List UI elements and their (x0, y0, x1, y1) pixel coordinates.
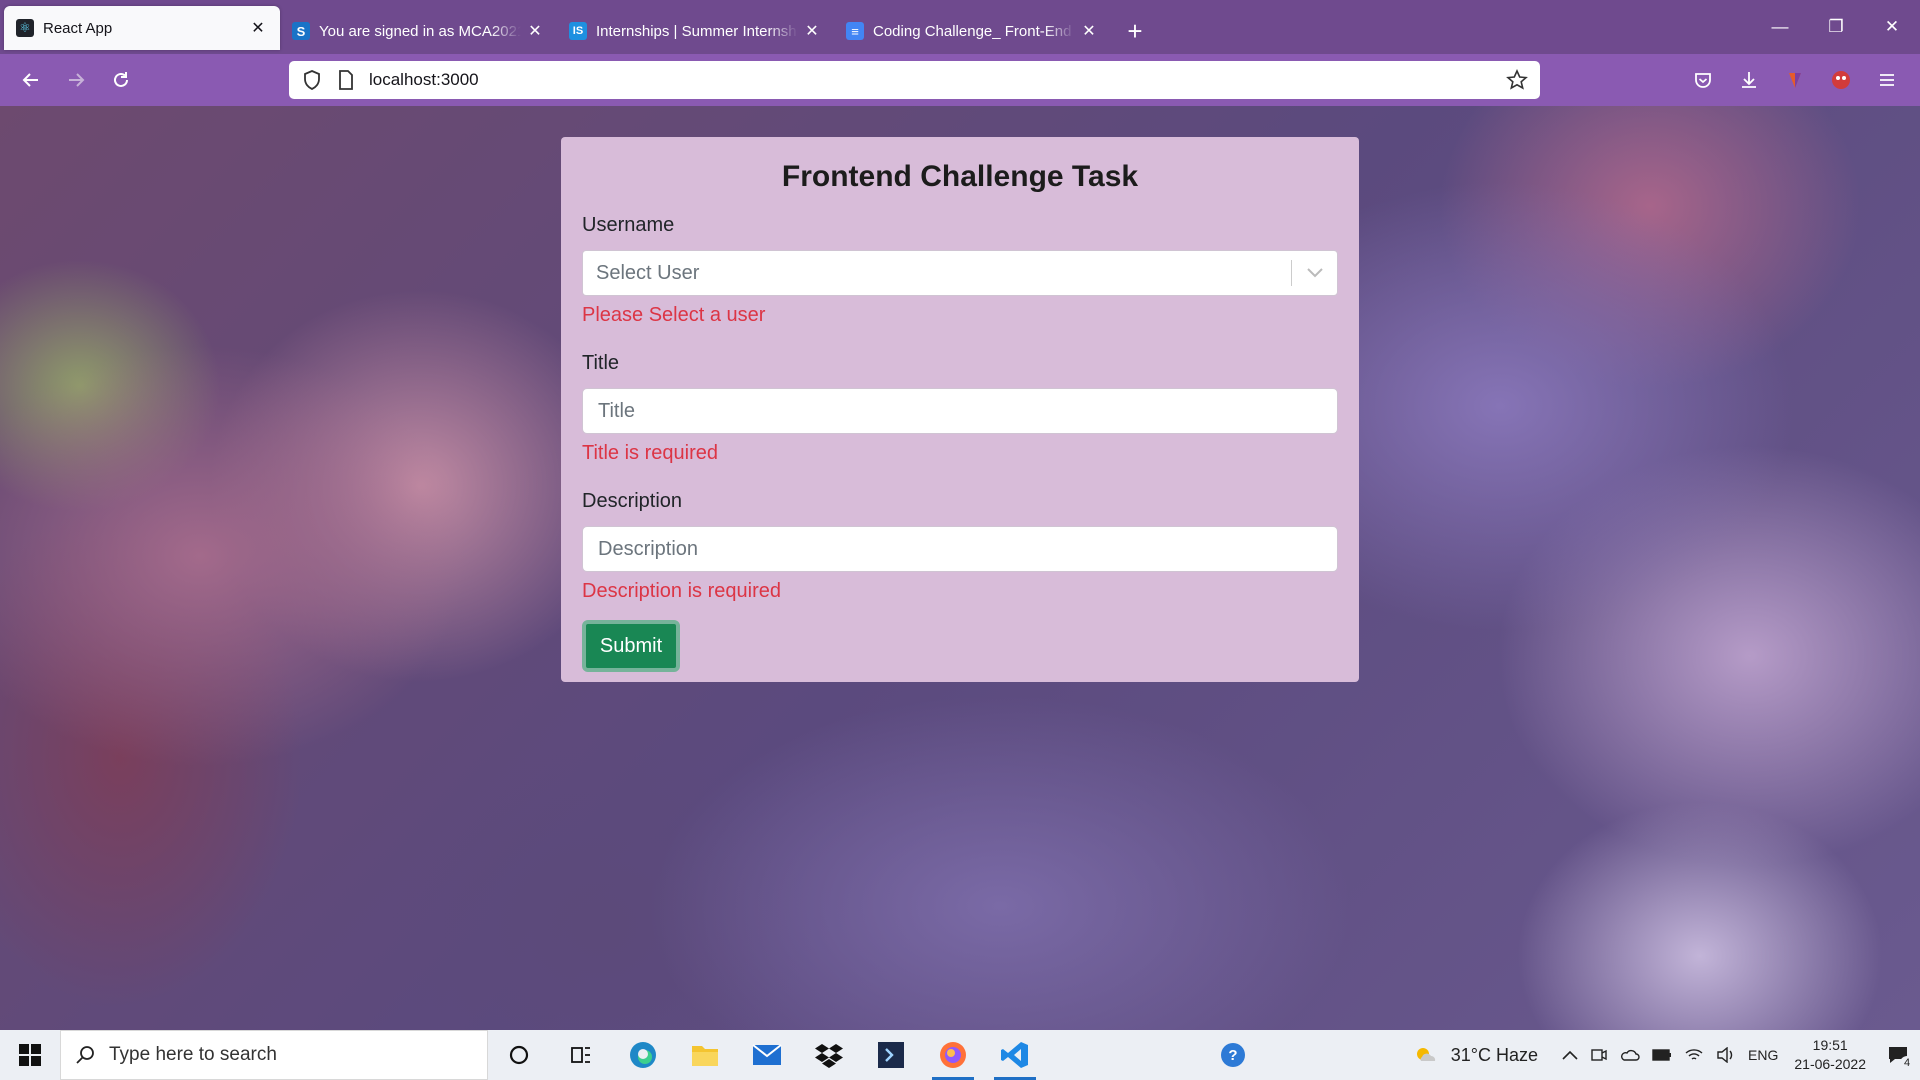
address-bar[interactable]: localhost:3000 (289, 61, 1540, 99)
notification-count: 4 (1900, 1056, 1914, 1070)
clock-time: 19:51 (1812, 1037, 1848, 1053)
username-select[interactable]: Select User (582, 250, 1338, 296)
tab-label: React App (43, 19, 113, 37)
minimize-icon[interactable]: — (1752, 0, 1808, 54)
tab-close-icon[interactable]: ✕ (248, 18, 268, 38)
bookmark-star-icon[interactable] (1506, 69, 1528, 91)
weather-text[interactable]: 31°C Haze (1445, 1030, 1544, 1080)
meet-now-icon[interactable] (1584, 1030, 1614, 1080)
windows-start-icon[interactable] (0, 1030, 60, 1080)
submit-button[interactable]: Submit (582, 620, 680, 672)
username-label: Username (582, 214, 675, 236)
tab-strip: ⚛ React App ✕ S You are signed in as MCA… (0, 0, 1920, 54)
s-favicon-icon: S (292, 22, 310, 40)
form-card: Frontend Challenge Task Username Select … (561, 137, 1359, 682)
file-explorer-icon[interactable] (674, 1030, 736, 1080)
vscode-icon[interactable] (984, 1030, 1046, 1080)
username-select-placeholder: Select User (596, 261, 700, 284)
is-favicon-icon: IS (569, 22, 587, 40)
back-arrow-icon[interactable] (8, 60, 53, 100)
cortana-icon[interactable] (488, 1030, 550, 1080)
docs-favicon-icon: ≡ (846, 22, 864, 40)
mail-icon[interactable] (736, 1030, 798, 1080)
shield-icon[interactable] (301, 69, 323, 91)
description-label: Description (582, 490, 683, 512)
title-error: Title is required (582, 442, 718, 464)
notification-center-icon[interactable]: 4 (1876, 1030, 1920, 1080)
svg-text:?: ? (1228, 1047, 1237, 1064)
extension-icon[interactable] (1772, 60, 1818, 100)
tab-label: Coding Challenge_ Front-End - (873, 22, 1075, 40)
battery-icon[interactable] (1646, 1030, 1678, 1080)
pocket-icon[interactable] (1680, 60, 1726, 100)
chevron-up-icon[interactable] (1556, 1030, 1584, 1080)
tab-close-icon[interactable]: ✕ (525, 21, 545, 41)
page-icon[interactable] (335, 69, 357, 91)
taskbar-search-placeholder: Type here to search (109, 1044, 277, 1065)
windows-taskbar: Type here to search ? 31°C Haze ENG 19:5… (0, 1030, 1920, 1080)
menu-hamburger-icon[interactable] (1864, 60, 1910, 100)
window-controls: — ❐ ✕ (1752, 0, 1920, 54)
new-tab-plus-icon[interactable]: + (1115, 8, 1155, 54)
help-icon[interactable]: ? (1202, 1030, 1264, 1080)
download-icon[interactable] (1726, 60, 1772, 100)
powershell-icon[interactable] (860, 1030, 922, 1080)
edge-icon[interactable] (612, 1030, 674, 1080)
clock-date: 21-06-2022 (1794, 1056, 1866, 1072)
tab-close-icon[interactable]: ✕ (802, 21, 822, 41)
system-tray: 31°C Haze ENG 19:51 21-06-2022 4 (1407, 1030, 1920, 1080)
tab-signed-in[interactable]: S You are signed in as MCA20211 ✕ (280, 8, 557, 54)
username-error: Please Select a user (582, 304, 766, 326)
tab-label: Internships | Summer Internship (596, 22, 798, 40)
clock[interactable]: 19:51 21-06-2022 (1784, 1036, 1876, 1074)
description-input[interactable]: Description (582, 526, 1338, 572)
tab-coding-challenge[interactable]: ≡ Coding Challenge_ Front-End - ✕ (834, 8, 1111, 54)
onedrive-icon[interactable] (1614, 1030, 1646, 1080)
tab-label: You are signed in as MCA20211 (319, 22, 521, 40)
form-title: Frontend Challenge Task (781, 160, 1139, 193)
tab-close-icon[interactable]: ✕ (1079, 21, 1099, 41)
tab-internships[interactable]: IS Internships | Summer Internship ✕ (557, 8, 834, 54)
extension-avatar-icon[interactable] (1818, 60, 1864, 100)
close-window-icon[interactable]: ✕ (1864, 0, 1920, 54)
firefox-icon[interactable] (922, 1030, 984, 1080)
task-view-icon[interactable] (550, 1030, 612, 1080)
react-favicon-icon: ⚛ (16, 19, 34, 37)
tab-react-app[interactable]: ⚛ React App ✕ (4, 6, 280, 50)
toolbar-right (1680, 54, 1910, 106)
url-text[interactable]: localhost:3000 (369, 70, 1506, 90)
wifi-icon[interactable] (1678, 1030, 1710, 1080)
title-input[interactable]: Title (582, 388, 1338, 434)
taskbar-search-box[interactable]: Type here to search (60, 1030, 488, 1080)
weather-sun-icon[interactable] (1407, 1030, 1445, 1080)
search-icon (76, 1046, 94, 1064)
reload-icon[interactable] (98, 60, 143, 100)
volume-icon[interactable] (1710, 1030, 1742, 1080)
description-error: Description is required (582, 580, 781, 602)
restore-icon[interactable]: ❐ (1808, 0, 1864, 54)
language-indicator[interactable]: ENG (1742, 1030, 1784, 1080)
forward-arrow-icon[interactable] (53, 60, 98, 100)
dropbox-icon[interactable] (798, 1030, 860, 1080)
title-label: Title (582, 352, 620, 374)
chevron-down-icon[interactable] (1292, 268, 1337, 278)
